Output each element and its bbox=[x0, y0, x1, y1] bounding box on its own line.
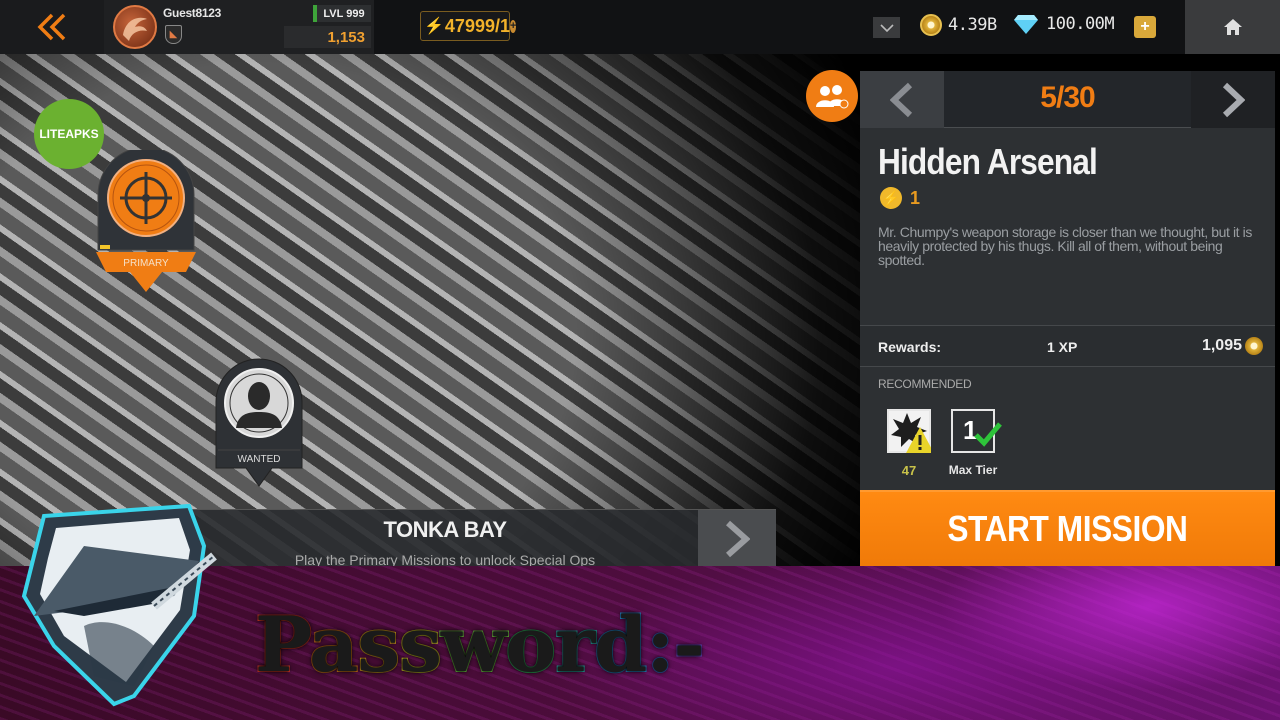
checkmark-icon bbox=[974, 422, 1002, 447]
diamond-icon bbox=[1014, 15, 1038, 34]
coin-balance: 4.39B bbox=[920, 14, 997, 36]
chevron-right-icon bbox=[1222, 82, 1245, 117]
reward-coins: 1,095 bbox=[1202, 337, 1263, 355]
gem-value: 100.00M bbox=[1046, 14, 1115, 34]
password-letter: P bbox=[254, 599, 311, 690]
team-button[interactable] bbox=[806, 70, 858, 122]
coin-value: 4.39B bbox=[948, 15, 997, 35]
energy-counter[interactable]: ⚡ 47999/1 + bbox=[420, 11, 517, 41]
password-letter: d bbox=[593, 599, 648, 690]
recommended-label: RECOMMENDED bbox=[878, 377, 972, 391]
rank-badge-icon: ◣ bbox=[165, 25, 182, 44]
password-letter: o bbox=[504, 599, 557, 690]
player-level: LVL 999 bbox=[313, 5, 371, 22]
reward-xp: 1 XP bbox=[1047, 339, 1078, 355]
currency-dropdown-button[interactable] bbox=[873, 17, 900, 38]
double-chevron-left-icon bbox=[37, 13, 66, 41]
map-pin-primary[interactable]: PRIMARY bbox=[94, 146, 198, 295]
team-icon bbox=[816, 85, 849, 109]
mission-energy-cost: ⚡ 1 bbox=[880, 187, 920, 209]
player-profile[interactable]: Guest8123 ◣ LVL 999 1,153 bbox=[104, 0, 374, 54]
player-xp: 1,153 bbox=[284, 26, 371, 48]
energy-value: 47999/1 bbox=[444, 15, 510, 36]
password-letter: a bbox=[308, 599, 359, 690]
password-letter: s bbox=[398, 599, 443, 690]
region-bar: TONKA BAY Play the Primary Missions to u… bbox=[180, 509, 776, 566]
start-mission-label: START MISSION bbox=[947, 508, 1188, 549]
next-region-button[interactable] bbox=[698, 510, 776, 566]
gem-balance: 100.00M bbox=[1014, 14, 1115, 34]
lightning-icon: ⚡ bbox=[880, 187, 902, 209]
chevron-down-icon bbox=[879, 23, 894, 32]
password-letter: r bbox=[554, 599, 596, 690]
energy-cost-value: 1 bbox=[910, 187, 921, 208]
region-subtitle: Play the Primary Missions to unlock Spec… bbox=[294, 552, 596, 566]
rewards-row: Rewards: 1 XP 1,095 bbox=[860, 325, 1275, 367]
explosion-warning-icon bbox=[891, 413, 931, 453]
next-mission-button[interactable] bbox=[1191, 71, 1275, 128]
eagle-icon bbox=[123, 17, 147, 41]
add-currency-button[interactable]: + bbox=[1134, 16, 1156, 38]
password-heading: Password:- bbox=[254, 599, 706, 690]
region-title: TONKA BAY bbox=[383, 517, 507, 542]
recommended-tier[interactable]: 1 bbox=[951, 409, 1002, 453]
mission-pager: 5/30 bbox=[860, 71, 1275, 128]
ninja-shield-logo-icon bbox=[21, 503, 217, 707]
password-letter: w bbox=[440, 599, 507, 690]
mission-panel: 5/30 Hidden Arsenal ⚡ 1 Mr. Chumpy's wea… bbox=[860, 71, 1275, 566]
mission-description: Mr. Chumpy's weapon storage is closer th… bbox=[878, 224, 1252, 268]
recommended-power[interactable] bbox=[887, 409, 931, 453]
lightning-icon: ⚡ bbox=[424, 18, 444, 35]
recommended-power-value: 47 bbox=[901, 463, 917, 478]
home-button[interactable] bbox=[1185, 0, 1280, 54]
coin-icon bbox=[1245, 337, 1263, 355]
mission-index: 5/30 bbox=[1040, 81, 1095, 114]
mission-title: Hidden Arsenal bbox=[878, 141, 1098, 182]
rewards-label: Rewards: bbox=[878, 339, 942, 355]
password-letter: : bbox=[645, 599, 675, 690]
password-letter: - bbox=[672, 599, 706, 690]
reward-coins-value: 1,095 bbox=[1201, 337, 1242, 354]
start-mission-button[interactable]: START MISSION bbox=[860, 490, 1275, 566]
recommended-tier-label: Max Tier bbox=[948, 463, 998, 477]
back-button[interactable] bbox=[0, 0, 104, 54]
map-pin-wanted[interactable]: WANTED bbox=[214, 358, 304, 498]
add-energy-icon[interactable]: + bbox=[510, 19, 517, 33]
previous-mission-button[interactable] bbox=[860, 71, 944, 128]
chevron-left-icon bbox=[890, 82, 913, 117]
coin-icon bbox=[920, 14, 942, 36]
home-icon bbox=[1223, 19, 1242, 35]
top-bar: Guest8123 ◣ LVL 999 1,153 ⚡ 47999/1 + 4.… bbox=[0, 0, 1280, 54]
chevron-right-icon bbox=[726, 520, 750, 557]
channel-logo bbox=[14, 486, 224, 716]
password-letter: s bbox=[356, 599, 401, 690]
crosshair-icon bbox=[96, 146, 196, 292]
pin-label-primary: PRIMARY bbox=[123, 258, 169, 269]
player-name: Guest8123 bbox=[163, 6, 222, 20]
pin-label-wanted: WANTED bbox=[237, 454, 281, 465]
person-silhouette-icon bbox=[215, 358, 303, 487]
player-avatar bbox=[113, 5, 157, 49]
